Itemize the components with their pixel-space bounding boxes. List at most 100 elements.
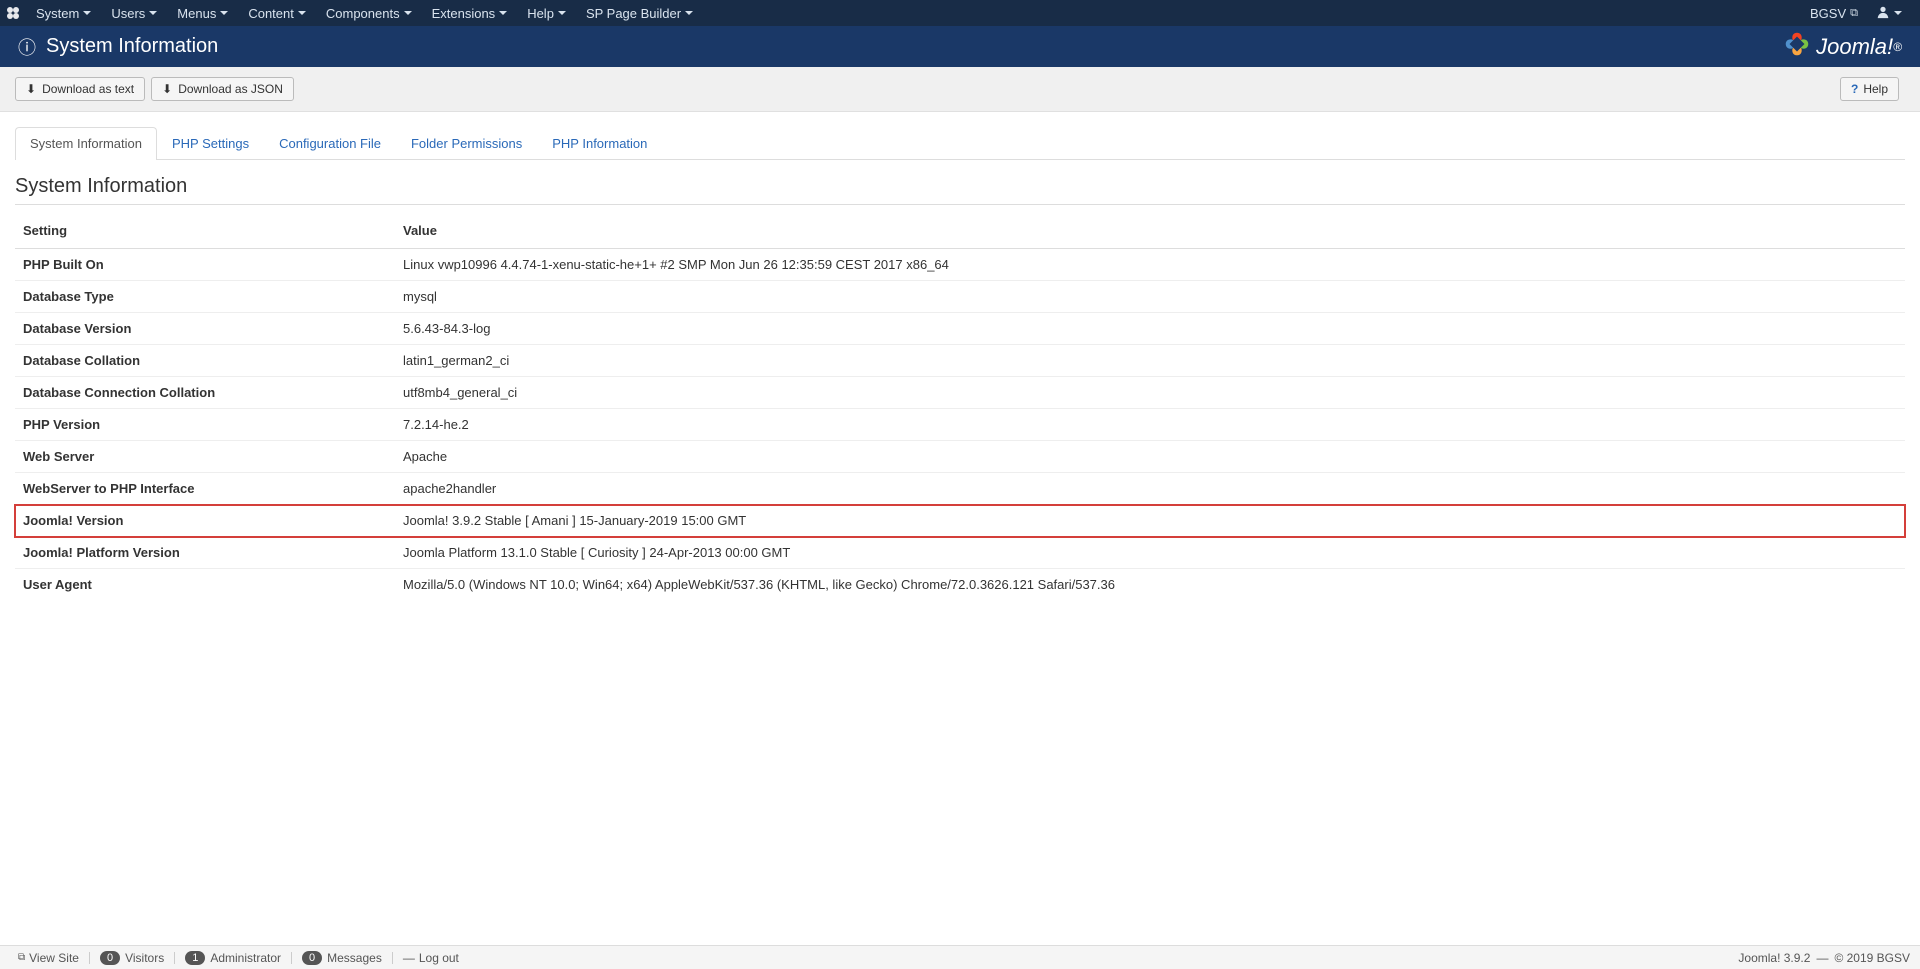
footer-right: Joomla! 3.9.2 — © 2019 BGSV <box>1738 951 1910 965</box>
setting-value: latin1_german2_ci <box>395 345 1905 377</box>
brand-text: Joomla! <box>1816 34 1893 60</box>
messages-count[interactable]: 0 Messages <box>294 951 390 965</box>
dash: — <box>1816 951 1828 965</box>
topmenu-item[interactable]: Components <box>316 0 422 26</box>
joomla-icon[interactable] <box>0 0 26 26</box>
topmenu-item[interactable]: Help <box>517 0 576 26</box>
chevron-down-icon <box>499 11 507 15</box>
download-icon: ⬇ <box>162 82 172 96</box>
user-icon <box>1876 5 1890 22</box>
topmenu-item[interactable]: Menus <box>167 0 238 26</box>
topmenu-label: Extensions <box>432 6 496 21</box>
setting-key: User Agent <box>15 569 395 601</box>
question-icon: ? <box>1851 82 1858 96</box>
tabs: System InformationPHP SettingsConfigurat… <box>15 127 1905 160</box>
toolbar: ⬇ Download as text ⬇ Download as JSON ? … <box>0 67 1920 112</box>
col-setting: Setting <box>15 213 395 249</box>
topnav-right: BGSV ⧉ <box>1800 0 1920 26</box>
setting-key: Database Connection Collation <box>15 377 395 409</box>
table-row: PHP Version7.2.14-he.2 <box>15 409 1905 441</box>
tab[interactable]: Configuration File <box>264 127 396 159</box>
topnav-left: System Users Menus Content Components Extensi… <box>0 0 703 26</box>
col-value: Value <box>395 213 1905 249</box>
external-link-icon: ⧉ <box>1850 7 1858 20</box>
setting-key: Joomla! Platform Version <box>15 537 395 569</box>
setting-key: WebServer to PHP Interface <box>15 473 395 505</box>
topmenu-item[interactable]: Extensions <box>422 0 518 26</box>
chevron-down-icon <box>298 11 306 15</box>
setting-value: Mozilla/5.0 (Windows NT 10.0; Win64; x64… <box>395 569 1905 601</box>
view-site-link[interactable]: ⧉ View Site <box>10 951 87 965</box>
joomla-logo-icon <box>1782 29 1812 65</box>
topmenu-item[interactable]: System <box>26 0 101 26</box>
chevron-down-icon <box>558 11 566 15</box>
visitors-label: Visitors <box>125 951 164 965</box>
topmenu-label: System <box>36 6 79 21</box>
tab[interactable]: Folder Permissions <box>396 127 537 159</box>
admin-count[interactable]: 1 Administrator <box>177 951 289 965</box>
view-site-label: View Site <box>29 951 79 965</box>
divider <box>174 952 175 964</box>
site-link[interactable]: BGSV ⧉ <box>1800 0 1868 26</box>
setting-key: Joomla! Version <box>15 505 395 537</box>
status-footer: ⧉ View Site 0 Visitors 1 Administrator 0… <box>0 945 1920 969</box>
divider <box>291 952 292 964</box>
user-menu[interactable] <box>1868 0 1910 26</box>
setting-value: apache2handler <box>395 473 1905 505</box>
section-heading: System Information <box>15 175 1905 205</box>
minus-icon: — <box>403 951 415 965</box>
topmenu-items: System Users Menus Content Components Extensi… <box>26 0 703 26</box>
download-text-button[interactable]: ⬇ Download as text <box>15 77 145 101</box>
site-name: BGSV <box>1810 6 1846 21</box>
top-navbar: System Users Menus Content Components Extensi… <box>0 0 1920 26</box>
table-row: Database Typemysql <box>15 281 1905 313</box>
topmenu-label: Content <box>248 6 294 21</box>
download-json-button[interactable]: ⬇ Download as JSON <box>151 77 294 101</box>
admin-label: Administrator <box>210 951 281 965</box>
logout-link[interactable]: — Log out <box>395 951 467 965</box>
setting-value: Apache <box>395 441 1905 473</box>
external-link-icon: ⧉ <box>18 952 25 963</box>
download-text-label: Download as text <box>42 82 134 96</box>
visitors-count[interactable]: 0 Visitors <box>92 951 172 965</box>
setting-key: Database Type <box>15 281 395 313</box>
setting-value: utf8mb4_general_ci <box>395 377 1905 409</box>
topmenu-label: Components <box>326 6 400 21</box>
setting-value: Linux vwp10996 4.4.74-1-xenu-static-he+1… <box>395 249 1905 281</box>
setting-value: 5.6.43-84.3-log <box>395 313 1905 345</box>
topmenu-item[interactable]: Content <box>238 0 316 26</box>
help-button[interactable]: ? Help <box>1840 77 1899 101</box>
topmenu-label: Menus <box>177 6 216 21</box>
table-row: PHP Built OnLinux vwp10996 4.4.74-1-xenu… <box>15 249 1905 281</box>
help-label: Help <box>1863 82 1888 96</box>
download-json-label: Download as JSON <box>178 82 283 96</box>
tab[interactable]: PHP Information <box>537 127 662 159</box>
setting-value: Joomla! 3.9.2 Stable [ Amani ] 15-Januar… <box>395 505 1905 537</box>
tab[interactable]: PHP Settings <box>157 127 264 159</box>
joomla-logo: Joomla! ® <box>1782 29 1902 65</box>
tab[interactable]: System Information <box>15 127 157 160</box>
topmenu-item[interactable]: SP Page Builder <box>576 0 703 26</box>
visitors-badge: 0 <box>100 951 120 965</box>
page-header: ⓘ System Information Joomla! ® <box>0 26 1920 67</box>
topmenu-label: Users <box>111 6 145 21</box>
chevron-down-icon <box>1894 11 1902 15</box>
table-row: Database Connection Collationutf8mb4_gen… <box>15 377 1905 409</box>
chevron-down-icon <box>685 11 693 15</box>
setting-value: Joomla Platform 13.1.0 Stable [ Curiosit… <box>395 537 1905 569</box>
setting-value: 7.2.14-he.2 <box>395 409 1905 441</box>
joomla-version: Joomla! 3.9.2 <box>1738 951 1810 965</box>
admin-badge: 1 <box>185 951 205 965</box>
topmenu-label: SP Page Builder <box>586 6 681 21</box>
setting-key: PHP Built On <box>15 249 395 281</box>
system-info-table: Setting Value PHP Built OnLinux vwp10996… <box>15 213 1905 600</box>
chevron-down-icon <box>404 11 412 15</box>
topmenu-label: Help <box>527 6 554 21</box>
info-icon: ⓘ <box>18 34 36 60</box>
setting-key: Web Server <box>15 441 395 473</box>
topmenu-item[interactable]: Users <box>101 0 167 26</box>
download-icon: ⬇ <box>26 82 36 96</box>
messages-badge: 0 <box>302 951 322 965</box>
page-title: System Information <box>46 35 218 58</box>
table-row: Joomla! Platform VersionJoomla Platform … <box>15 537 1905 569</box>
